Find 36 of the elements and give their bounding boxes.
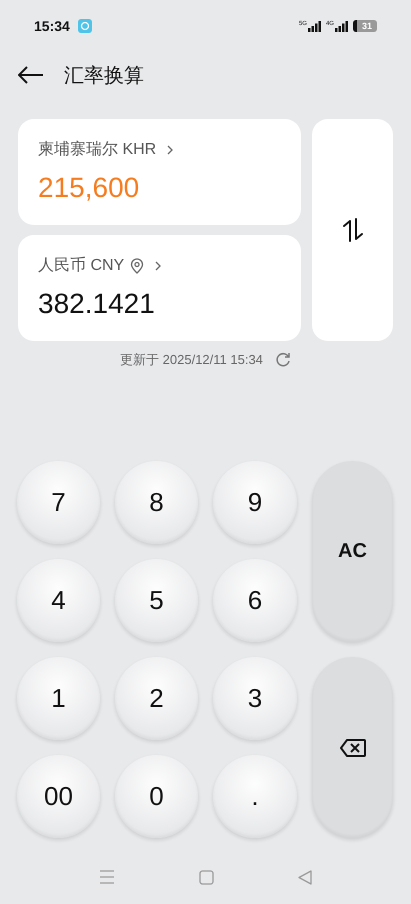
digit-key[interactable]: 7	[17, 461, 100, 544]
refresh-button[interactable]	[274, 352, 291, 368]
backspace-button[interactable]	[312, 657, 393, 838]
digit-key[interactable]: 3	[213, 657, 297, 740]
currency-card[interactable]: 柬埔寨瑞尔 KHR 215,600	[18, 119, 301, 225]
currency-selector[interactable]: 柬埔寨瑞尔 KHR	[38, 139, 174, 160]
digit-key[interactable]: 00	[17, 755, 100, 838]
digit-key[interactable]: 5	[115, 559, 198, 642]
digit-key[interactable]: .	[213, 755, 297, 838]
digit-key[interactable]: 1	[17, 657, 100, 740]
page-title: 汇率换算	[64, 64, 144, 88]
chevron-right-icon	[154, 260, 162, 272]
amount-value: 215,600	[38, 172, 140, 204]
digit-key[interactable]: 2	[115, 657, 198, 740]
signal-icon	[308, 20, 321, 32]
app-notification-icon	[78, 19, 92, 33]
currency-card[interactable]: 人民币 CNY 382.1421	[18, 235, 301, 341]
home-icon[interactable]	[198, 870, 214, 884]
currency-selector[interactable]: 人民币 CNY	[38, 255, 162, 276]
status-time: 15:34	[34, 18, 70, 34]
digit-key[interactable]: 4	[17, 559, 100, 642]
menu-icon[interactable]	[98, 870, 114, 884]
update-time: 更新于 2025/12/11 15:34	[120, 351, 263, 369]
back-icon[interactable]	[298, 870, 312, 884]
digit-key[interactable]: 8	[115, 461, 198, 544]
backspace-icon	[340, 738, 366, 756]
digit-key[interactable]: 0	[115, 755, 198, 838]
swap-icon	[340, 217, 364, 243]
digit-key[interactable]: 9	[213, 461, 297, 544]
digit-key[interactable]: 6	[213, 559, 297, 642]
battery-level: 31	[352, 20, 377, 32]
chevron-right-icon	[166, 144, 174, 156]
back-button[interactable]	[18, 66, 44, 84]
amount-value: 382.1421	[38, 288, 156, 320]
clear-button[interactable]: AC	[312, 461, 393, 642]
signal-icon	[334, 20, 348, 32]
